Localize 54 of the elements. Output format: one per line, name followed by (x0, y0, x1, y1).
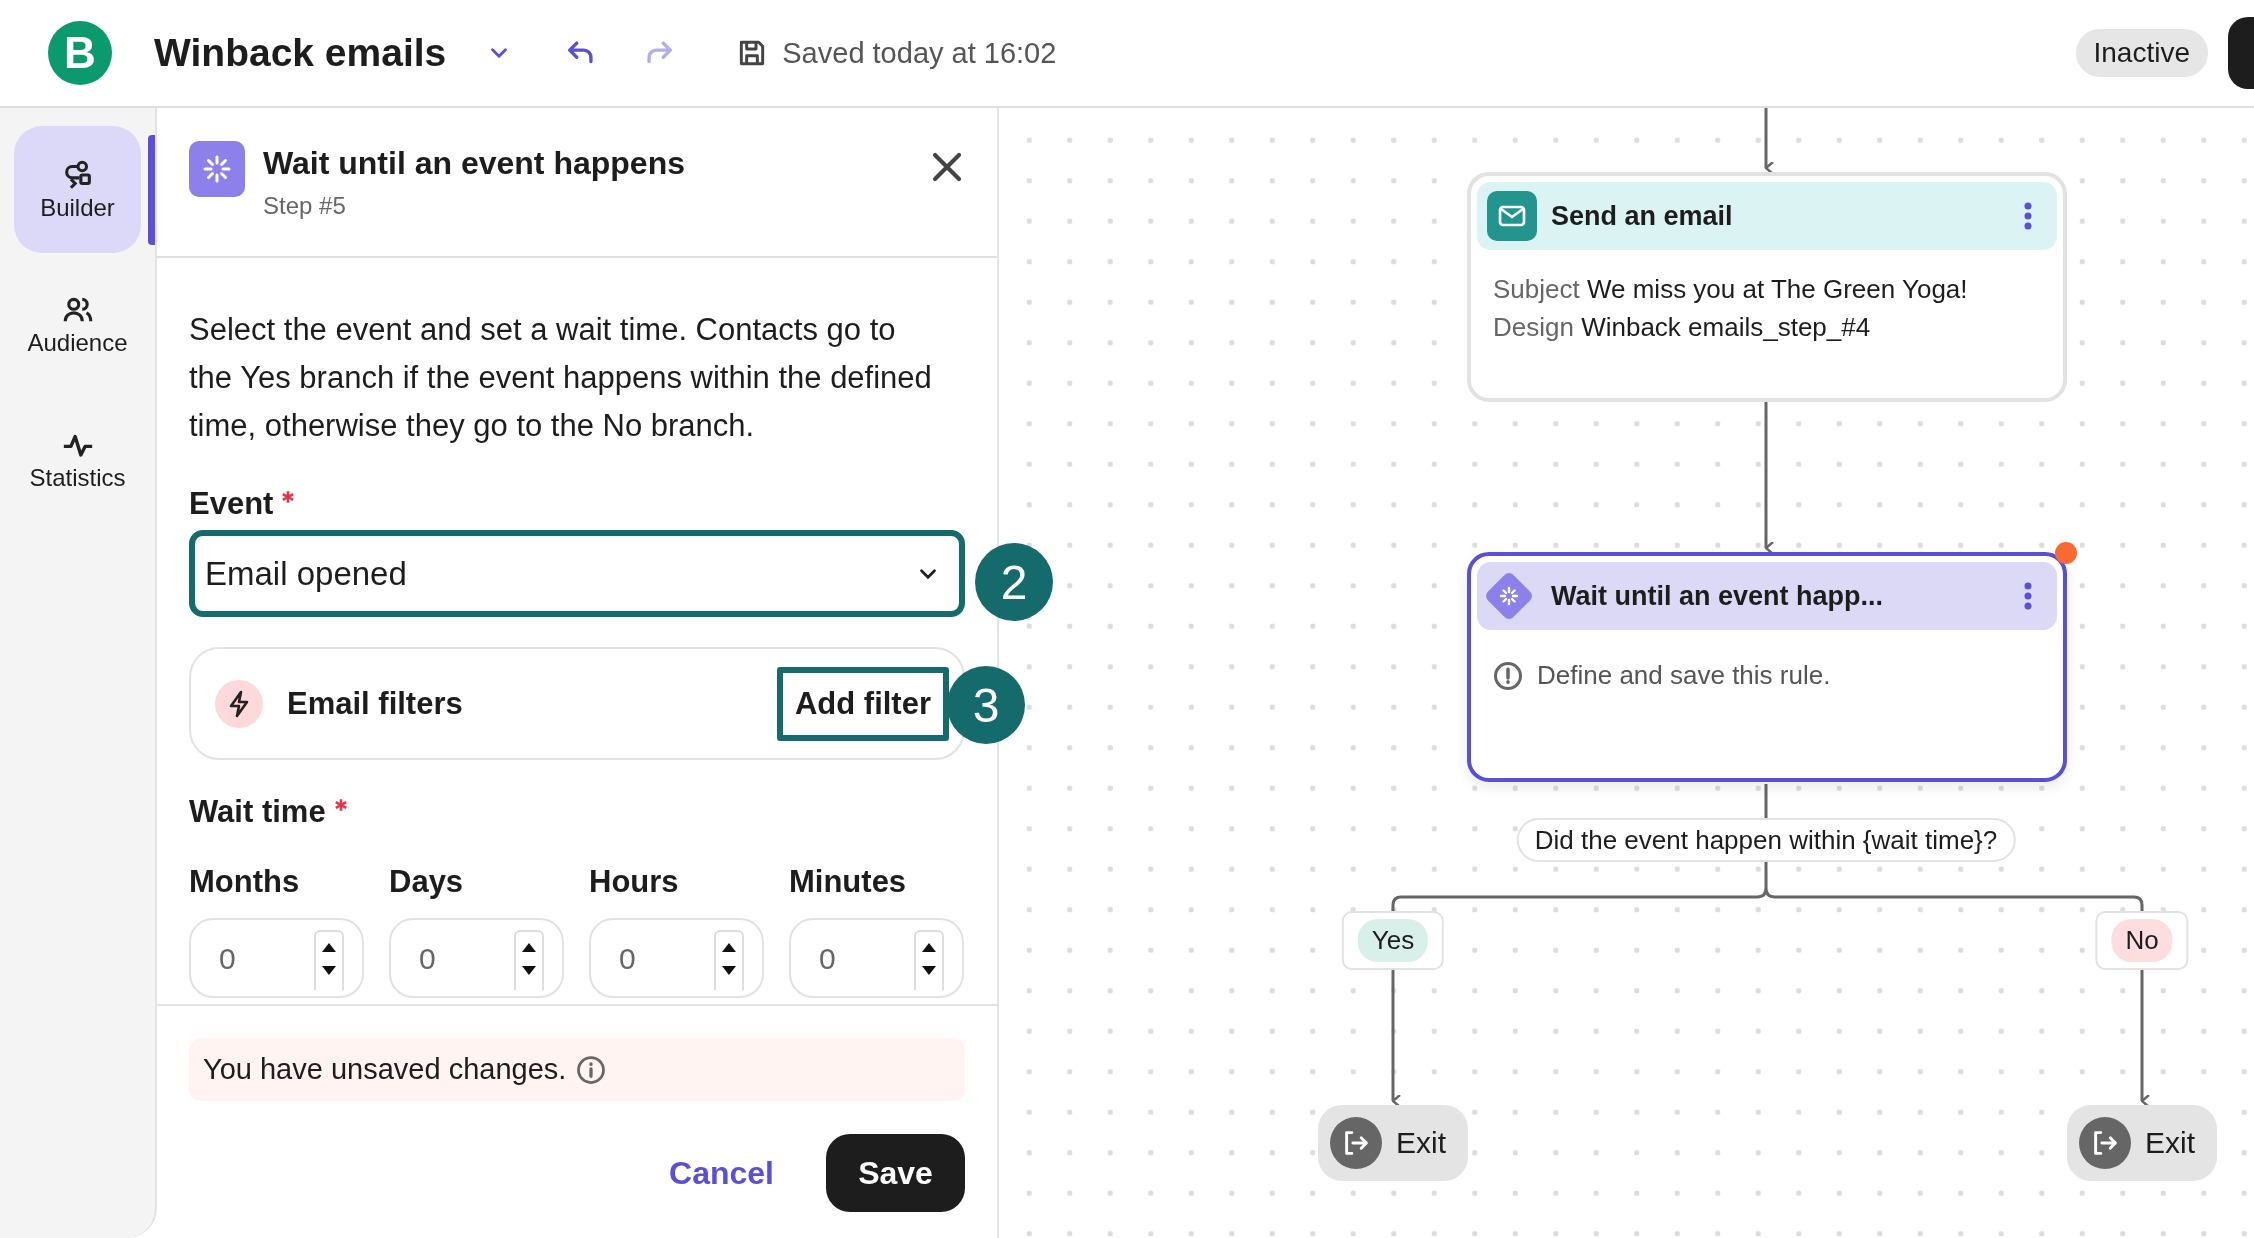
saved-status: Saved today at 16:02 (782, 36, 1057, 70)
field-label: Days (389, 864, 465, 900)
step-card[interactable]: Send an email Subject We miss you at The Green Yoga! Design Winback emails_step_#4 (1467, 172, 2067, 402)
step-detail: Subject We miss you at The Green Yoga! (1493, 274, 1969, 304)
field-label: Months (189, 864, 301, 900)
info-icon[interactable] (576, 1054, 607, 1085)
connector-line (1764, 784, 1768, 818)
lightning-icon (215, 679, 263, 728)
stepper-icon[interactable] (714, 930, 744, 990)
logo: B (48, 21, 112, 85)
number-field[interactable]: 0 (789, 918, 964, 998)
more-options-icon[interactable] (2023, 201, 2033, 231)
step-title: Send an email (1551, 200, 1733, 232)
exit-node[interactable]: Exit (2067, 1105, 2217, 1181)
status-badge: Inactive (2075, 29, 2208, 77)
nav-item[interactable]: Statistics (14, 396, 141, 523)
stepper-icon[interactable] (314, 930, 344, 990)
cancel-button[interactable]: Cancel (663, 1153, 780, 1193)
condition-label: Did the event happen within {wait time}? (1516, 818, 2016, 862)
step-detail: Design Winback emails_step_#4 (1493, 312, 1872, 342)
more-options-icon[interactable] (2023, 581, 2033, 611)
exit-icon (2079, 1117, 2131, 1169)
step-message: Define and save this rule. (1537, 660, 1831, 691)
step-number: Step #5 (263, 192, 347, 220)
field-label: Hours (589, 864, 680, 900)
number-field[interactable]: 0 (389, 918, 564, 998)
event-select[interactable]: Email opened (189, 530, 965, 617)
field-label: Event (189, 486, 274, 522)
workflow-title: Winback emails (154, 31, 447, 75)
envelope-icon (1487, 191, 1537, 241)
filters-label: Email filters (287, 685, 463, 722)
panel-title: Wait until an event happens (263, 145, 685, 182)
stepper-icon[interactable] (914, 930, 944, 990)
number-field[interactable]: 0 (189, 918, 364, 998)
notice-text: You have unsaved changes. (203, 1053, 567, 1086)
add-filter-button[interactable]: Add filter (776, 666, 949, 741)
save-button[interactable]: Save (826, 1134, 965, 1212)
nav-item[interactable]: Audience (14, 261, 141, 388)
step-card[interactable]: Wait until an event happ... Define and save this rule. (1467, 552, 2067, 782)
step-title: Wait until an event happ... (1551, 580, 1883, 612)
stepper-icon[interactable] (514, 930, 544, 990)
wait-step-icon (189, 141, 245, 197)
nav-item[interactable]: Builder (14, 126, 141, 253)
field-label: Minutes (789, 864, 908, 900)
exit-icon (1330, 1117, 1382, 1169)
step-callout: 2 (975, 543, 1053, 621)
field-label: Wait time (189, 794, 326, 830)
branch-tag: No (2111, 919, 2173, 962)
branch-tag: Yes (1357, 919, 1429, 962)
warning-icon (1493, 660, 1523, 691)
description: Select the event and set a wait time. Contacts go to the Yes branch if the event happens within the defined time, otherwise they go to the No branch. (189, 311, 933, 445)
exit-node[interactable]: Exit (1318, 1105, 1468, 1181)
number-field[interactable]: 0 (589, 918, 764, 998)
dark-button[interactable] (2228, 17, 2254, 89)
